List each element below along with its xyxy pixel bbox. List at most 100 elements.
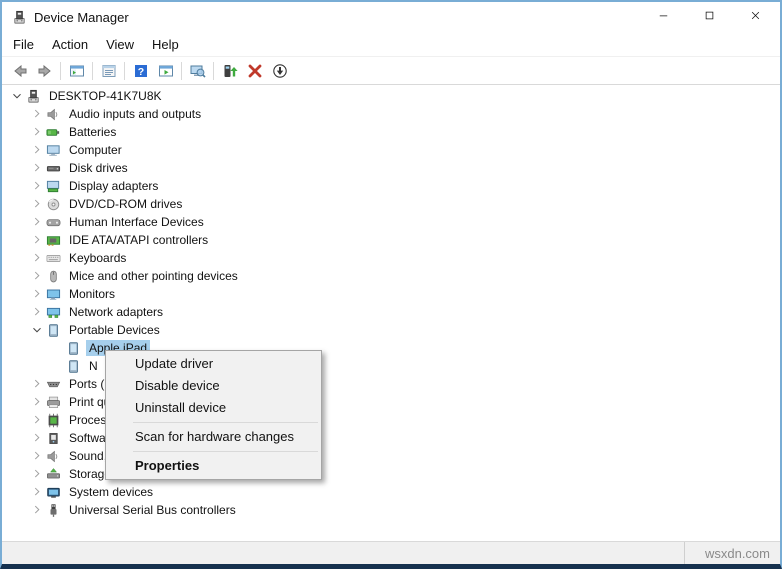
help-icon: ?: [133, 63, 149, 79]
toolbar-separator: [181, 61, 182, 80]
chevron-right-icon[interactable]: [28, 214, 45, 230]
disk-drive-icon: [45, 160, 61, 176]
tree-item[interactable]: Human Interface Devices: [2, 213, 780, 231]
tree-item[interactable]: Display adapters: [2, 177, 780, 195]
dvd-drive-icon: [45, 196, 61, 212]
console-tree-icon: [69, 63, 85, 79]
forward-arrow-button[interactable]: [32, 59, 57, 83]
window-title: Device Manager: [34, 9, 129, 25]
tree-item[interactable]: Batteries: [2, 123, 780, 141]
chevron-right-icon[interactable]: [28, 106, 45, 122]
tree-item[interactable]: DESKTOP-41K7U8K: [2, 87, 780, 105]
tree-item-label: Audio inputs and outputs: [69, 107, 202, 121]
tree-item[interactable]: Mice and other pointing devices: [2, 267, 780, 285]
chevron-right-icon[interactable]: [28, 484, 45, 500]
device-manager-icon: [11, 9, 27, 25]
tree-item[interactable]: Audio inputs and outputs: [2, 105, 780, 123]
tree-item[interactable]: Disk drives: [2, 159, 780, 177]
chevron-right-icon[interactable]: [28, 376, 45, 392]
context-menu-item-properties[interactable]: Properties: [106, 455, 321, 477]
window-controls: [642, 2, 780, 32]
chevron-right-icon[interactable]: [28, 286, 45, 302]
audio-icon: [45, 106, 61, 122]
uninstall-x-button[interactable]: [242, 59, 267, 83]
keyboard-icon: [45, 250, 61, 266]
properties-window-icon: [101, 63, 117, 79]
tree-item-label: Mice and other pointing devices: [69, 269, 238, 283]
context-menu-item-update-driver[interactable]: Update driver: [106, 353, 321, 375]
portable-device-icon: [65, 340, 81, 356]
device-manager-window: Device Manager File Action View Help ? DESK…: [0, 0, 782, 569]
menu-help[interactable]: Help: [143, 34, 188, 55]
menu-file[interactable]: File: [4, 34, 43, 55]
tree-item-label: Display adapters: [69, 179, 159, 193]
serial-port-icon: [45, 376, 61, 392]
chevron-right-icon[interactable]: [28, 160, 45, 176]
chevron-right-icon[interactable]: [28, 124, 45, 140]
tree-item[interactable]: Computer: [2, 141, 780, 159]
tree-item-label: Computer: [69, 143, 122, 157]
chevron-down-icon[interactable]: [28, 322, 45, 338]
tree-item[interactable]: Keyboards: [2, 249, 780, 267]
console-tree-button[interactable]: [64, 59, 89, 83]
tree-item[interactable]: Universal Serial Bus controllers: [2, 501, 780, 519]
disable-down-icon: [272, 63, 288, 79]
device-manager-icon: [25, 88, 41, 104]
chevron-right-icon[interactable]: [28, 142, 45, 158]
minimize-icon: [657, 9, 673, 25]
action-pane-button[interactable]: [153, 59, 178, 83]
chevron-right-icon[interactable]: [28, 448, 45, 464]
close-icon: [749, 9, 765, 25]
chevron-right-icon[interactable]: [28, 394, 45, 410]
processor-icon: [45, 412, 61, 428]
toolbar-separator: [213, 61, 214, 80]
tree-item-label: Universal Serial Bus controllers: [69, 503, 236, 517]
title-bar[interactable]: Device Manager: [2, 2, 780, 32]
back-arrow-button[interactable]: [7, 59, 32, 83]
chevron-right-icon[interactable]: [28, 196, 45, 212]
tree-item-label: DESKTOP-41K7U8K: [49, 89, 162, 103]
scan-computer-button[interactable]: [185, 59, 210, 83]
chevron-right-icon[interactable]: [28, 412, 45, 428]
sound-icon: [45, 448, 61, 464]
tree-item[interactable]: DVD/CD-ROM drives: [2, 195, 780, 213]
context-menu-item-disable-device[interactable]: Disable device: [106, 375, 321, 397]
software-device-icon: [45, 430, 61, 446]
chevron-right-icon[interactable]: [28, 430, 45, 446]
chevron-right-icon[interactable]: [28, 502, 45, 518]
context-menu-item-scan-for-hardware-changes[interactable]: Scan for hardware changes: [106, 426, 321, 448]
hid-icon: [45, 214, 61, 230]
tree-item[interactable]: Network adapters: [2, 303, 780, 321]
tree-item[interactable]: System devices: [2, 483, 780, 501]
chevron-right-icon[interactable]: [28, 268, 45, 284]
tree-item[interactable]: Monitors: [2, 285, 780, 303]
context-menu-item-uninstall-device[interactable]: Uninstall device: [106, 397, 321, 419]
disable-down-button[interactable]: [267, 59, 292, 83]
chevron-right-icon[interactable]: [28, 466, 45, 482]
minimize-button[interactable]: [642, 2, 688, 32]
chevron-right-icon[interactable]: [28, 304, 45, 320]
update-driver-button[interactable]: [217, 59, 242, 83]
forward-arrow-icon: [37, 63, 53, 79]
menu-view[interactable]: View: [97, 34, 143, 55]
close-button[interactable]: [734, 2, 780, 32]
chevron-right-icon[interactable]: [28, 178, 45, 194]
chevron-down-icon[interactable]: [8, 88, 25, 104]
tree-item[interactable]: Portable Devices: [2, 321, 780, 339]
usb-controller-icon: [45, 502, 61, 518]
monitor-icon: [45, 286, 61, 302]
menu-action[interactable]: Action: [43, 34, 97, 55]
toolbar: ?: [2, 56, 780, 85]
tree-item-label: Keyboards: [69, 251, 127, 265]
portable-device-icon: [45, 322, 61, 338]
chevron-right-icon[interactable]: [28, 250, 45, 266]
chevron-right-icon[interactable]: [28, 232, 45, 248]
help-button[interactable]: ?: [128, 59, 153, 83]
properties-window-button[interactable]: [96, 59, 121, 83]
storage-controller-icon: [45, 466, 61, 482]
maximize-button[interactable]: [688, 2, 734, 32]
context-menu: Update driver Disable device Uninstall dev…: [105, 350, 322, 480]
tree-item[interactable]: IDE ATA/ATAPI controllers: [2, 231, 780, 249]
